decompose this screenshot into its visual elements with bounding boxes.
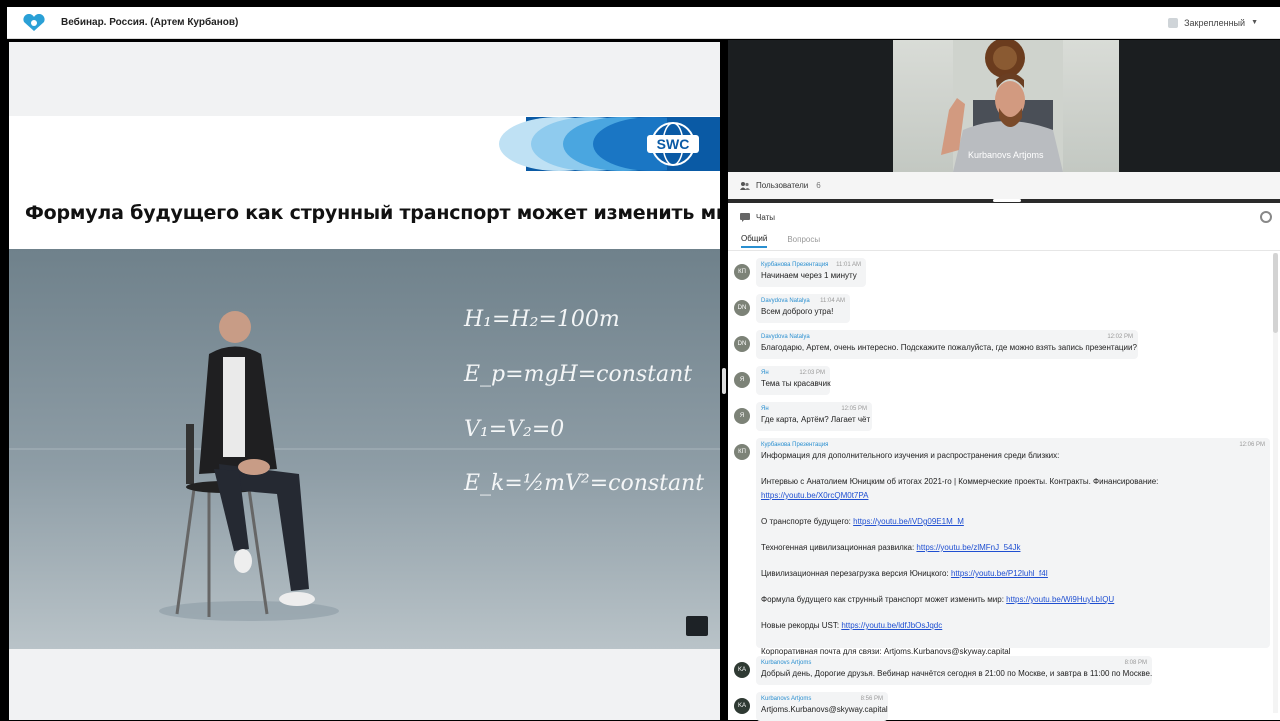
avatar: KA [734, 662, 750, 678]
avatar: Я [734, 372, 750, 388]
webinar-title: Вебинар. Россия. (Артем Курбанов) [61, 17, 239, 28]
avatar: КП [734, 444, 750, 460]
chevron-down-icon: ▼ [1251, 19, 1258, 26]
message-line: О транспорте будущего: https://youtu.be/… [761, 516, 1265, 528]
settings-gear-icon[interactable] [1260, 211, 1272, 223]
message-author[interactable]: Davydova Natalya [761, 334, 1133, 340]
formula-kinetic-energy: E_k=½mV²=constant [464, 471, 705, 496]
pinned-dropdown[interactable]: Закрепленный ▼ [1168, 17, 1258, 28]
avatar: Я [734, 408, 750, 424]
swc-logo-text: SWC [657, 136, 690, 152]
message-bubble: Davydova Natalya 11:04 AM Всем доброго у… [756, 294, 850, 323]
message-line: Техногенная цивилизационная развилка: ht… [761, 542, 1265, 554]
top-bar: Вебинар. Россия. (Артем Курбанов) Закреп… [7, 7, 1280, 39]
chat-message: КП Курбанова Презентация 11:01 AM Начина… [734, 258, 866, 287]
swc-logo-banner: SWC [499, 117, 720, 171]
message-time: 12:02 PM [1107, 334, 1133, 340]
chat-panel: Чаты Общий Вопросы КП Курбанова Презента… [728, 203, 1280, 721]
avatar: KA [734, 698, 750, 714]
chat-icon [740, 212, 750, 222]
users-label: Пользователи [756, 181, 809, 190]
message-time: 8:08 PM [1124, 660, 1147, 666]
formula-potential-energy: E_p=mgH=constant [464, 362, 693, 387]
users-count: 6 [816, 181, 821, 190]
users-icon [740, 181, 750, 190]
corner-logo-icon [686, 616, 708, 636]
message-time: 12:05 PM [841, 406, 867, 412]
chat-message: KA Kurbanovs Artjoms 8:56 PM Artjoms.Kur… [734, 692, 888, 721]
separator-drag-handle[interactable] [993, 199, 1021, 202]
message-author[interactable]: Kurbanovs Artjoms [761, 660, 1147, 666]
message-text: Artjoms.Kurbanovs@skyway.capital [761, 705, 888, 714]
message-bubble: Ян 12:03 PM Тема ты красавчик [756, 366, 831, 395]
message-bubble: Ян 12:05 PM Где карта, Артём? Лагает чёт [756, 402, 872, 431]
youtube-link[interactable]: https://youtu.be/ldfJbOsJqdc [841, 621, 942, 630]
chat-header: Чаты [728, 203, 1280, 231]
message-time: 11:04 AM [820, 298, 845, 304]
panel-resize-handle[interactable] [722, 368, 726, 394]
message-text: Тема ты красавчик [761, 379, 831, 388]
chat-message: Я Ян 12:03 PM Тема ты красавчик [734, 366, 831, 395]
message-line: Новые рекорды UST: https://youtu.be/ldfJ… [761, 620, 1265, 632]
message-time: 8:56 PM [860, 696, 883, 702]
app-window: Вебинар. Россия. (Артем Курбанов) Закреп… [0, 0, 1280, 721]
avatar: DN [734, 300, 750, 316]
message-bubble: Kurbanovs Artjoms 8:56 PM Artjoms.Kurban… [756, 692, 888, 721]
message-text: Формула будущего как струнный транспорт … [761, 595, 1004, 604]
chat-title: Чаты [756, 212, 776, 222]
tab-general[interactable]: Общий [741, 234, 768, 248]
message-bubble: Курбанова Презентация 12:06 PM Информаци… [756, 438, 1270, 656]
message-text: Цивилизационная перезагрузка версия Юниц… [761, 569, 949, 578]
youtube-link[interactable]: https://youtu.be/zlMFnJ_54Jk [916, 543, 1020, 552]
message-text: Интервью с Анатолием Юницким об итогах 2… [761, 477, 1159, 486]
app-logo-icon[interactable] [21, 13, 47, 33]
chat-message: КП Курбанова Презентация 12:06 PM Информ… [734, 438, 1270, 656]
youtube-link[interactable]: https://youtu.be/iVDg09E1M_M [853, 517, 964, 526]
tab-questions[interactable]: Вопросы [787, 235, 820, 247]
chat-scrollbar-thumb[interactable] [1273, 253, 1278, 333]
chat-tabs: Общий Вопросы [728, 231, 1280, 251]
avatar: DN [734, 336, 750, 352]
message-bubble: Davydova Natalya 12:02 PM Благодарю, Арт… [756, 330, 1138, 359]
youtube-link[interactable]: https://youtu.be/X0rcQM0t7PA [761, 491, 868, 500]
message-text: Информация для дополнительного изучения … [761, 451, 1060, 460]
users-panel-header[interactable]: Пользователи 6 [728, 172, 1280, 199]
slide-video: H₁=H₂=100m E_p=mgH=constant V₁=V₂=0 E_k=… [9, 249, 720, 649]
message-author[interactable]: Курбанова Презентация [761, 442, 1265, 448]
chat-message: Я Ян 12:05 PM Где карта, Артём? Лагает ч… [734, 402, 872, 431]
message-text: Добрый день, Дорогие друзья. Вебинар нач… [761, 669, 1153, 678]
formula-velocity: V₁=V₂=0 [464, 417, 565, 442]
webcam-panel: Kurbanovs Artjoms [728, 40, 1280, 172]
pin-icon [1168, 17, 1179, 28]
slide-title: Формула будущего как струнный транспорт … [25, 202, 720, 224]
chat-message: DN Davydova Natalya 11:04 AM Всем доброг… [734, 294, 850, 323]
youtube-link[interactable]: https://youtu.be/Wi9HuyLbIQU [1006, 595, 1114, 604]
avatar: КП [734, 264, 750, 280]
message-text: О транспорте будущего: [761, 517, 851, 526]
message-line: Цивилизационная перезагрузка версия Юниц… [761, 568, 1265, 580]
message-time: 12:03 PM [799, 370, 825, 376]
message-bubble: Kurbanovs Artjoms 8:08 PM Добрый день, Д… [756, 656, 1152, 685]
pinned-label: Закрепленный [1184, 17, 1246, 28]
message-time: 12:06 PM [1239, 442, 1265, 448]
message-line: Формула будущего как струнный транспорт … [761, 594, 1265, 606]
message-text: Всем доброго утра! [761, 307, 834, 316]
message-text: Благодарю, Артем, очень интересно. Подск… [761, 343, 1137, 352]
presentation-slide: SWC Формула будущего как струнный трансп… [9, 42, 720, 720]
message-text: Техногенная цивилизационная развилка: [761, 543, 915, 552]
message-text: Новые рекорды UST: [761, 621, 840, 630]
chat-message: KA Kurbanovs Artjoms 8:08 PM Добрый день… [734, 656, 1152, 685]
message-bubble: Курбанова Презентация 11:01 AM Начинаем … [756, 258, 866, 287]
message-text: Где карта, Артём? Лагает чёт [761, 415, 871, 424]
message-time: 11:01 AM [836, 262, 861, 268]
formula-height: H₁=H₂=100m [464, 307, 620, 332]
chat-message: DN Davydova Natalya 12:02 PM Благодарю, … [734, 330, 1138, 359]
webcam-name-label: Kurbanovs Artjoms [968, 150, 1044, 160]
youtube-link[interactable]: https://youtu.be/P12luhl_f4I [951, 569, 1048, 578]
message-text: Начинаем через 1 минуту [761, 271, 857, 280]
